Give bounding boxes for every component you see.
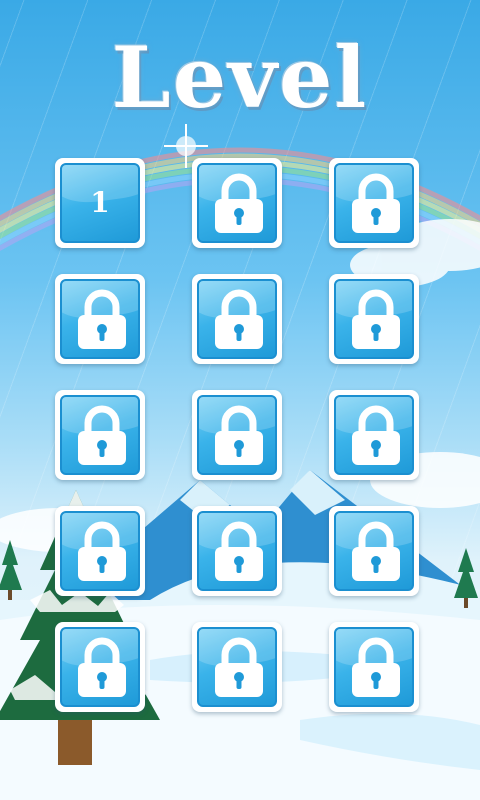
level-tile-face	[60, 279, 140, 359]
level-tile-locked[interactable]	[192, 622, 282, 712]
padlock-icon	[352, 405, 400, 465]
level-tile-face	[197, 627, 277, 707]
level-tile-locked[interactable]	[55, 506, 145, 596]
level-tile-locked[interactable]	[192, 506, 282, 596]
level-tile-locked[interactable]	[192, 274, 282, 364]
level-tile-locked[interactable]	[192, 158, 282, 248]
level-tile-locked[interactable]	[55, 390, 145, 480]
level-tile-face	[197, 163, 277, 243]
small-tree-left	[0, 540, 22, 600]
level-tile-locked[interactable]	[329, 274, 419, 364]
padlock-icon	[215, 405, 263, 465]
padlock-icon	[78, 289, 126, 349]
level-tile-face	[60, 395, 140, 475]
padlock-icon	[215, 173, 263, 233]
level-tile-locked[interactable]	[329, 390, 419, 480]
padlock-icon	[78, 637, 126, 697]
padlock-icon	[352, 289, 400, 349]
level-tile-face	[334, 627, 414, 707]
level-tile-face	[60, 627, 140, 707]
level-tile-locked[interactable]	[329, 506, 419, 596]
level-tile-locked[interactable]	[192, 390, 282, 480]
padlock-icon	[352, 521, 400, 581]
level-tile-face: 1	[60, 163, 140, 243]
level-tile-locked[interactable]	[329, 622, 419, 712]
level-tile-face	[334, 511, 414, 591]
level-tile-locked[interactable]	[55, 622, 145, 712]
level-tile-face	[60, 511, 140, 591]
page-title: Level	[111, 28, 369, 127]
padlock-icon	[78, 521, 126, 581]
level-tile-face	[334, 395, 414, 475]
padlock-icon	[215, 521, 263, 581]
padlock-icon	[215, 289, 263, 349]
padlock-icon	[352, 173, 400, 233]
padlock-icon	[352, 637, 400, 697]
level-tile-locked[interactable]	[329, 158, 419, 248]
level-tile-face	[334, 279, 414, 359]
level-tile-face	[197, 395, 277, 475]
level-tile-face	[334, 163, 414, 243]
padlock-icon	[215, 637, 263, 697]
level-tile-locked[interactable]	[55, 274, 145, 364]
level-number: 1	[90, 186, 110, 219]
level-tile[interactable]: 1	[55, 158, 145, 248]
level-tile-face	[197, 511, 277, 591]
padlock-icon	[78, 405, 126, 465]
level-tile-face	[197, 279, 277, 359]
